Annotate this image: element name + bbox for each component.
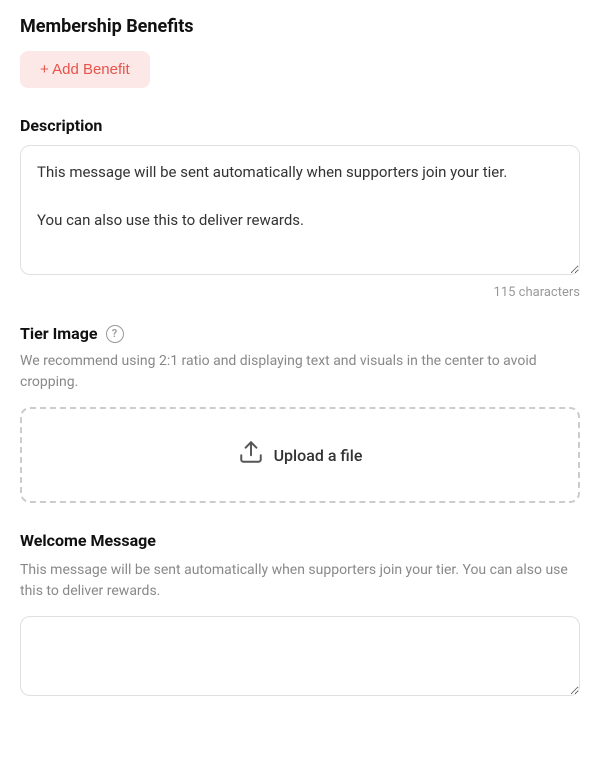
help-icon[interactable]: ? xyxy=(106,325,124,343)
upload-icon xyxy=(238,439,264,471)
welcome-message-hint: This message will be sent automatically … xyxy=(20,560,580,602)
description-label: Description xyxy=(20,116,580,135)
description-section: Description This message will be sent au… xyxy=(20,116,580,300)
membership-benefits-section: Membership Benefits + Add Benefit xyxy=(20,16,580,116)
description-textarea[interactable]: This message will be sent automatically … xyxy=(20,145,580,275)
welcome-message-section: Welcome Message This message will be sen… xyxy=(20,531,580,700)
welcome-message-textarea[interactable] xyxy=(20,616,580,696)
tier-image-section: Tier Image ? We recommend using 2:1 rati… xyxy=(20,324,580,503)
upload-area[interactable]: Upload a file xyxy=(20,407,580,503)
char-count: 115 characters xyxy=(20,285,580,300)
tier-image-header: Tier Image ? xyxy=(20,324,580,343)
membership-benefits-title: Membership Benefits xyxy=(20,16,580,37)
welcome-message-label: Welcome Message xyxy=(20,531,580,550)
tier-image-label: Tier Image xyxy=(20,324,98,343)
add-benefit-button[interactable]: + Add Benefit xyxy=(20,51,150,88)
upload-label: Upload a file xyxy=(274,446,363,465)
tier-image-hint: We recommend using 2:1 ratio and display… xyxy=(20,351,580,393)
